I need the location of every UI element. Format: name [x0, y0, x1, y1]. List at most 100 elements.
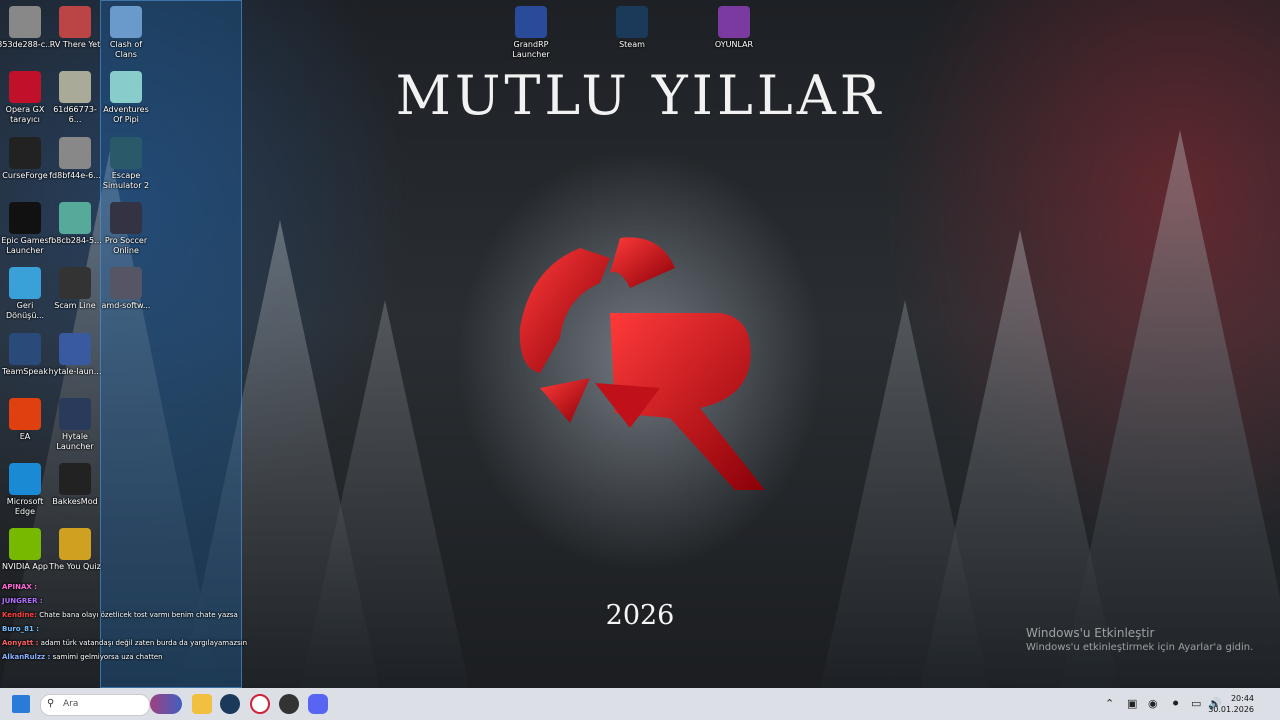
image-file-icon	[9, 6, 41, 38]
desktop-shortcut[interactable]: TeamSpeak	[0, 329, 53, 377]
steam-taskbar-icon[interactable]	[220, 694, 240, 714]
desktop-shortcut[interactable]: amd-softw...	[98, 263, 154, 311]
desktop-shortcut-label: TeamSpeak	[2, 366, 48, 376]
nvidia-icon	[9, 528, 41, 561]
desktop-shortcut[interactable]: Pro Soccer Online	[98, 198, 154, 256]
desktop-shortcut[interactable]: BakkesMod	[47, 459, 103, 507]
bakkesmod-icon	[59, 463, 91, 496]
desktop-shortcut-label: BakkesMod	[52, 497, 98, 507]
recycle-bin-icon	[9, 267, 41, 300]
hytale-icon	[59, 397, 91, 430]
desktop-shortcut-label: Epic Games Launcher	[1, 235, 49, 255]
taskbar-clock[interactable]: 20:44 30.01.2026	[1208, 693, 1254, 715]
desktop-shortcut-label: Scam Line	[54, 301, 96, 311]
desktop-shortcut[interactable]: NVIDIA App	[0, 524, 53, 572]
discord-taskbar-icon[interactable]	[308, 694, 328, 714]
folder-games-icon	[718, 6, 750, 38]
desktop-shortcut-label: Hytale Launcher	[56, 431, 94, 451]
chat-username: JUNGRER :	[2, 597, 43, 605]
taskbar: ⚲ Ara ⌃ ▣ ◉ ⚫ ▭ 🔊 20:44 30.01.2026	[0, 688, 1280, 720]
desktop-shortcut[interactable]: Steam	[604, 2, 660, 50]
desktop-shortcut-label: NVIDIA App	[2, 562, 48, 572]
desktop-shortcut-label: fb8cb284-5...	[48, 235, 102, 245]
game-icon	[110, 71, 142, 104]
chat-message: APINAX :	[2, 580, 292, 594]
show-desktop-button[interactable]	[1274, 688, 1280, 720]
wallpaper-title: MUTLU YILLAR	[395, 64, 885, 127]
desktop-shortcut[interactable]: fd8bf44e-6...	[47, 133, 103, 181]
chat-message: JUNGRER :	[2, 594, 292, 608]
desktop-shortcut[interactable]: 61d66773-6...	[47, 67, 103, 125]
taskbar-copilot-icon[interactable]	[150, 694, 182, 714]
desktop-shortcut-label: amd-softw...	[101, 301, 151, 311]
desktop-shortcut[interactable]: EA	[0, 394, 53, 442]
desktop-shortcut[interactable]: Geri Dönüşü...	[0, 263, 53, 321]
ea-icon	[9, 397, 41, 430]
grandrp-logo	[519, 237, 765, 490]
search-box[interactable]: ⚲ Ara	[40, 694, 150, 716]
tray-app-icon[interactable]: ▣	[1127, 688, 1137, 720]
desktop-shortcut[interactable]: Adventures Of Pipi	[98, 67, 154, 125]
desktop-shortcut[interactable]: Opera GX tarayıcı	[0, 67, 53, 125]
chat-username: AlkanRulzz :	[2, 653, 51, 661]
desktop-shortcut-label: RV There Yet	[49, 40, 101, 49]
windows-start-icon[interactable]	[12, 695, 30, 713]
desktop-shortcut-label: Clash of Clans	[109, 40, 143, 59]
desktop-shortcut-label: Steam	[619, 40, 645, 49]
image-file-icon	[59, 71, 91, 104]
desktop-shortcut[interactable]: Hytale Launcher	[47, 394, 103, 452]
desktop-shortcut[interactable]: RV There Yet	[47, 2, 103, 50]
desktop-shortcut[interactable]: Clash of Clans	[98, 2, 154, 60]
chevron-up-icon[interactable]: ⌃	[1105, 688, 1114, 720]
chat-text: adam türk vatandaşı değil zaten burda da…	[40, 639, 248, 647]
game-icon	[59, 6, 91, 38]
chat-username: APINAX :	[2, 583, 38, 591]
desktop-shortcut[interactable]: Microsoft Edge	[0, 459, 53, 517]
chat-username: Aonyatt :	[2, 639, 39, 647]
chat-message: Buro_81 :	[2, 622, 292, 636]
desktop-shortcut[interactable]: 353de288-c...	[0, 2, 53, 50]
clash-of-clans-icon	[110, 6, 142, 38]
search-placeholder: Ara	[63, 699, 79, 709]
opera-gx-taskbar-icon[interactable]	[250, 694, 270, 714]
desktop-shortcut[interactable]: hytale-laun...	[47, 329, 103, 377]
desktop-shortcut[interactable]: The You Quiz	[47, 524, 103, 572]
display-icon[interactable]: ▭	[1191, 688, 1201, 720]
hytale-icon	[59, 332, 91, 365]
stream-chat-overlay: APINAX : JUNGRER : Kendine: Chate bana o…	[2, 580, 292, 664]
desktop-shortcut-label: Escape Simulator 2	[102, 170, 150, 190]
amd-icon	[110, 267, 142, 300]
chat-text: samimi gelmiyorsa uza chatten	[52, 653, 163, 661]
desktop-shortcut-label: EA	[19, 431, 31, 441]
desktop-shortcut-label: The You Quiz	[49, 562, 101, 572]
desktop-shortcut-label: Microsoft Edge	[6, 497, 44, 517]
game-icon	[110, 136, 142, 169]
search-icon: ⚲	[47, 698, 55, 709]
desktop-shortcut[interactable]: Escape Simulator 2	[98, 133, 154, 191]
desktop-shortcut[interactable]: Epic Games Launcher	[0, 198, 53, 256]
clock-time: 20:44	[1230, 694, 1254, 703]
file-explorer-icon[interactable]	[192, 694, 212, 714]
microphone-icon[interactable]: ⚫	[1171, 688, 1180, 720]
desktop-shortcut-label: CurseForge	[2, 170, 48, 180]
desktop-shortcut[interactable]: Scam Line	[47, 263, 103, 311]
desktop-shortcut[interactable]: CurseForge	[0, 133, 53, 181]
desktop-shortcut-label: OYUNLAR	[714, 40, 754, 49]
chat-text: Chate bana olayı özetlicek tost varmı be…	[39, 611, 238, 619]
desktop-shortcut[interactable]: OYUNLAR	[706, 2, 762, 50]
clock-date: 30.01.2026	[1208, 705, 1254, 714]
desktop-shortcut-label: Geri Dönüşü...	[5, 301, 45, 321]
desktop-shortcut[interactable]: fb8cb284-5...	[47, 198, 103, 246]
tray-network-app-icon[interactable]: ◉	[1148, 688, 1158, 720]
desktop-shortcut-label: 61d66773-6...	[53, 105, 97, 125]
image-file-icon	[59, 201, 91, 234]
steam-icon	[616, 6, 648, 38]
epic-games-icon	[9, 201, 41, 234]
grandrp-icon	[515, 6, 547, 38]
activation-subtitle: Windows'u etkinleştirmek için Ayarlar'a …	[1026, 642, 1254, 653]
obs-taskbar-icon[interactable]	[279, 694, 299, 714]
desktop-shortcut-label: GrandRP Launcher	[512, 40, 550, 59]
chat-message: Aonyatt : adam türk vatandaşı değil zate…	[2, 636, 292, 650]
desktop-shortcut[interactable]: GrandRP Launcher	[503, 2, 559, 60]
teamspeak-icon	[9, 332, 41, 365]
